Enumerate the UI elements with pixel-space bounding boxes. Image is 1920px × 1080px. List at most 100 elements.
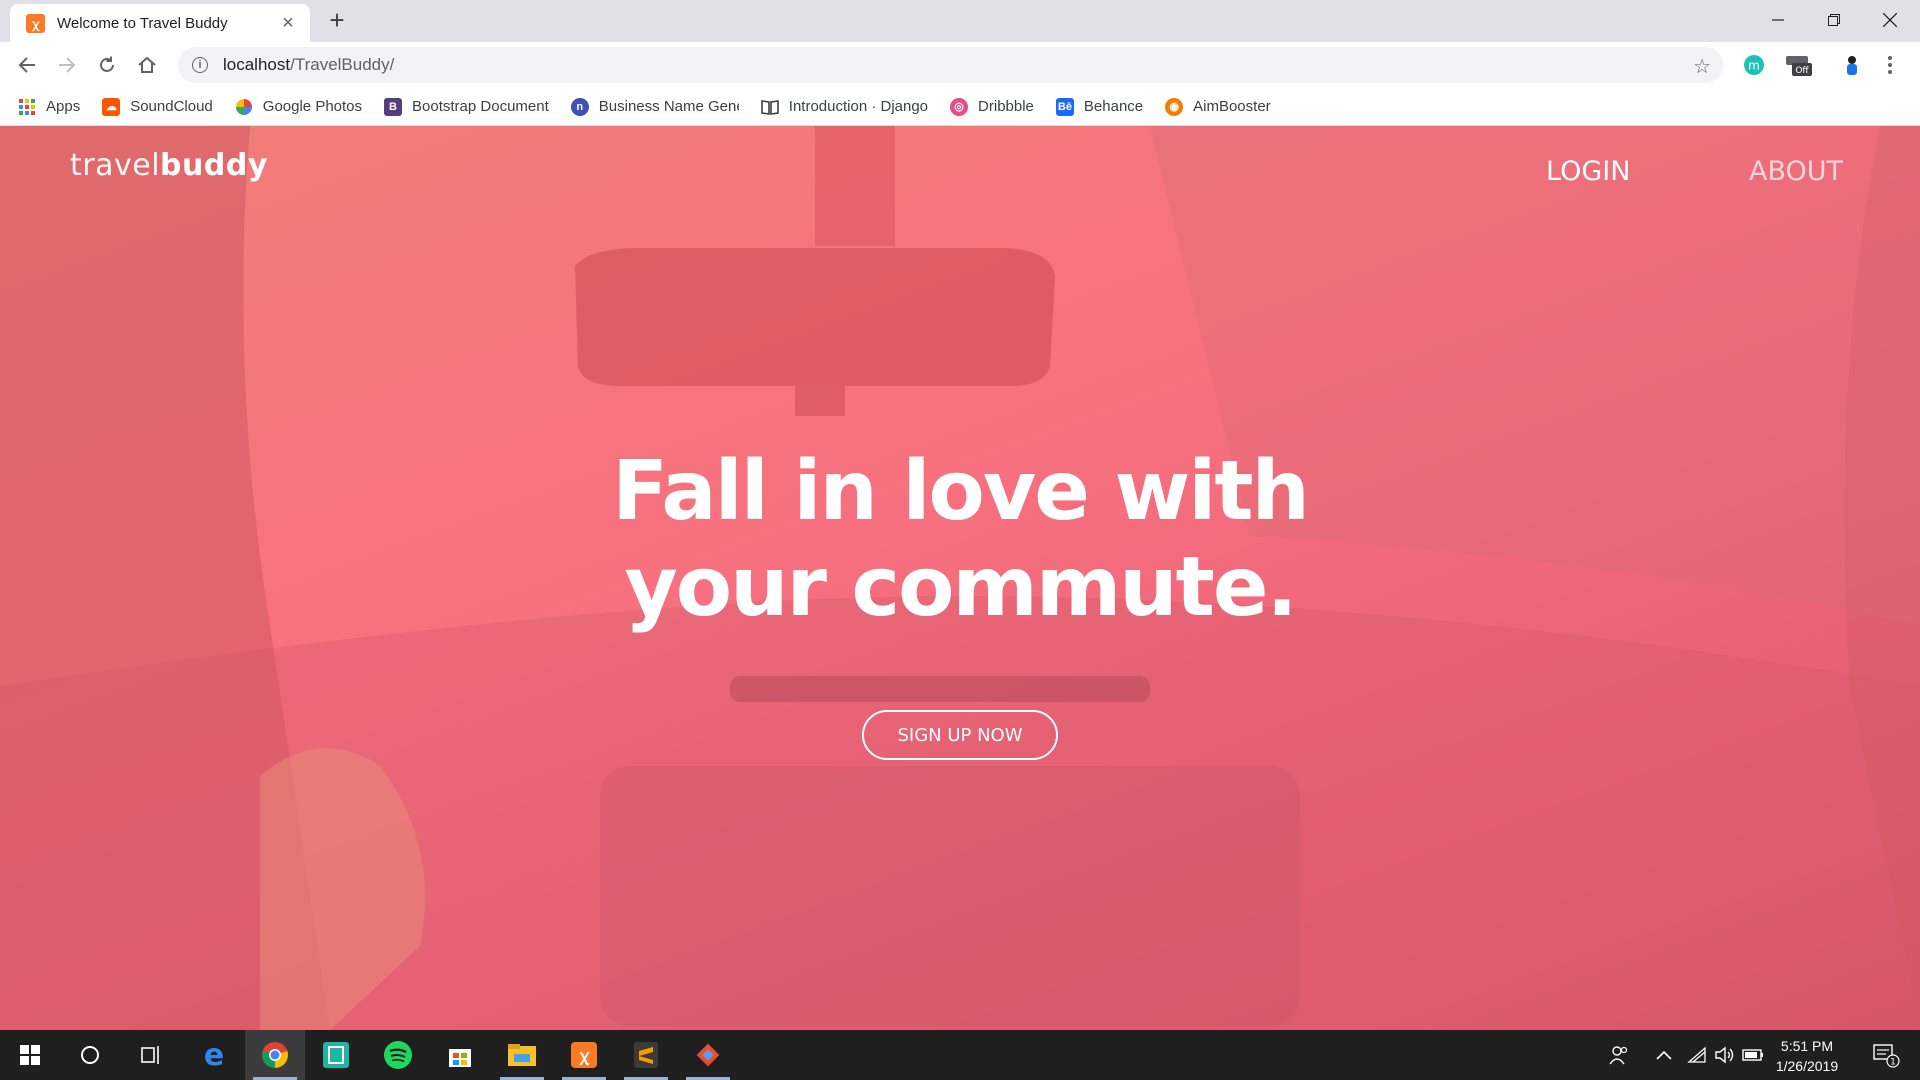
taskbar-edge[interactable]: e bbox=[184, 1030, 244, 1080]
bookmark-label: Google Photos bbox=[262, 98, 363, 115]
extension-toggle-icon[interactable]: Off bbox=[1784, 53, 1814, 77]
home-button[interactable] bbox=[132, 50, 162, 80]
git-icon bbox=[696, 1043, 720, 1067]
bookmark-apps[interactable]: Apps bbox=[18, 98, 80, 116]
new-tab-button[interactable]: + bbox=[322, 6, 352, 36]
bookmark-soundcloud[interactable]: ☁ SoundCloud bbox=[102, 97, 213, 116]
file-explorer-icon bbox=[508, 1044, 536, 1066]
profile-avatar[interactable] bbox=[1840, 53, 1864, 77]
hero-section: travelbuddy LOGIN ABOUT Fall in love wit… bbox=[0, 126, 1920, 1030]
bookmark-dribbble[interactable]: ◎ Dribbble bbox=[950, 97, 1034, 116]
back-arrow-icon bbox=[18, 57, 35, 73]
book-icon bbox=[760, 98, 779, 116]
reload-icon bbox=[100, 56, 114, 72]
bootstrap-icon: B bbox=[384, 97, 403, 116]
address-bar[interactable]: i localhost/TravelBuddy/ ☆ bbox=[178, 47, 1723, 83]
speaker-icon bbox=[1715, 1046, 1734, 1064]
browser-tab-strip: ꭓ Welcome to Travel Buddy × + bbox=[0, 0, 1920, 42]
back-button[interactable] bbox=[12, 50, 42, 80]
forward-button[interactable] bbox=[52, 50, 82, 80]
nav-about-link[interactable]: ABOUT bbox=[1749, 156, 1843, 187]
bookmark-django[interactable]: Introduction · Django bbox=[760, 98, 929, 116]
taskbar-store[interactable] bbox=[430, 1030, 490, 1080]
windows-taskbar: e ꭓ 5:51 PM 1/26/2019 1 bbox=[0, 1030, 1920, 1080]
action-center-button[interactable]: 1 bbox=[1862, 1030, 1910, 1080]
start-button[interactable] bbox=[0, 1030, 60, 1080]
url-path: /TravelBuddy/ bbox=[290, 55, 395, 74]
bookmark-label: Apps bbox=[46, 98, 81, 115]
tab-title: Welcome to Travel Buddy bbox=[57, 14, 228, 32]
cortana-button[interactable] bbox=[60, 1030, 120, 1080]
bookmark-star-icon[interactable]: ☆ bbox=[1693, 54, 1711, 79]
svg-text:ꭓ: ꭓ bbox=[579, 1046, 590, 1066]
bookmark-label: Bootstrap Document bbox=[412, 98, 549, 115]
network-button[interactable] bbox=[1684, 1030, 1710, 1080]
minimize-icon bbox=[1772, 19, 1784, 21]
bookmark-label: Dribbble bbox=[978, 98, 1034, 115]
restore-button[interactable] bbox=[1806, 0, 1862, 40]
volume-button[interactable] bbox=[1712, 1030, 1738, 1080]
chevron-up-icon bbox=[1656, 1050, 1672, 1060]
xampp-icon: ꭓ bbox=[571, 1042, 597, 1068]
taskbar-file-explorer[interactable] bbox=[492, 1030, 552, 1080]
svg-text:m: m bbox=[1748, 59, 1760, 73]
bookmark-business-name[interactable]: n Business Name Gene bbox=[570, 97, 739, 116]
sublime-icon bbox=[634, 1042, 658, 1068]
extension-badge: Off bbox=[1795, 66, 1809, 76]
logo-text-bold: buddy bbox=[160, 148, 268, 183]
sign-up-button[interactable]: SIGN UP NOW bbox=[862, 710, 1058, 760]
show-hidden-icons-button[interactable] bbox=[1652, 1030, 1676, 1080]
xampp-favicon-icon: ꭓ bbox=[26, 13, 45, 33]
task-view-button[interactable] bbox=[120, 1030, 180, 1080]
taskbar-vysor[interactable] bbox=[306, 1030, 366, 1080]
reload-button[interactable] bbox=[92, 50, 122, 80]
bookmark-aimbooster[interactable]: ◉ AimBooster bbox=[1165, 97, 1271, 116]
close-icon bbox=[1883, 13, 1897, 27]
taskbar-chrome[interactable] bbox=[245, 1030, 305, 1080]
browser-tab[interactable]: ꭓ Welcome to Travel Buddy × bbox=[10, 4, 310, 42]
logo-text-light: travel bbox=[70, 148, 161, 183]
windows-start-icon bbox=[20, 1045, 40, 1065]
notification-count: 1 bbox=[1890, 1058, 1896, 1068]
cortana-icon bbox=[81, 1046, 99, 1064]
minimize-button[interactable] bbox=[1750, 0, 1806, 40]
bookmark-label: Behance bbox=[1083, 98, 1144, 115]
bookmark-label: SoundCloud bbox=[130, 98, 213, 115]
home-icon bbox=[138, 56, 156, 73]
people-button[interactable] bbox=[1606, 1030, 1632, 1080]
bookmark-label: AimBooster bbox=[1193, 98, 1271, 115]
hero-headline: Fall in love with your commute. bbox=[460, 444, 1460, 636]
google-photos-icon bbox=[235, 98, 253, 116]
notification-icon: 1 bbox=[1873, 1044, 1900, 1068]
taskbar-sublime[interactable] bbox=[616, 1030, 676, 1080]
headline-line-2: your commute. bbox=[624, 540, 1297, 635]
extension-m-icon[interactable]: m bbox=[1742, 53, 1766, 77]
close-window-button[interactable] bbox=[1862, 0, 1918, 40]
site-info-icon[interactable]: i bbox=[192, 57, 208, 73]
chrome-menu-button[interactable] bbox=[1882, 53, 1898, 77]
aimbooster-icon: ◉ bbox=[1165, 97, 1184, 116]
bookmark-label: Business Name Gene bbox=[598, 98, 739, 115]
taskbar-xampp[interactable]: ꭓ bbox=[554, 1030, 614, 1080]
store-icon bbox=[449, 1049, 471, 1067]
url-text[interactable]: localhost/TravelBuddy/ bbox=[223, 55, 394, 75]
vysor-icon bbox=[323, 1042, 349, 1068]
taskbar-clock[interactable]: 5:51 PM 1/26/2019 bbox=[1762, 1036, 1852, 1076]
bookmark-label: Introduction · Django bbox=[788, 98, 929, 115]
site-logo[interactable]: travelbuddy bbox=[70, 148, 268, 183]
forward-arrow-icon bbox=[59, 57, 76, 73]
bookmark-behance[interactable]: Bē Behance bbox=[1055, 97, 1144, 116]
restore-icon bbox=[1828, 14, 1840, 26]
people-icon bbox=[1609, 1046, 1628, 1065]
taskbar-spotify[interactable] bbox=[368, 1030, 428, 1080]
battery-icon bbox=[1742, 1049, 1763, 1061]
bookmark-bootstrap[interactable]: B Bootstrap Document bbox=[384, 97, 549, 116]
tab-close-icon[interactable]: × bbox=[278, 12, 298, 35]
edge-icon: e bbox=[204, 1041, 224, 1069]
bookmark-google-photos[interactable]: Google Photos bbox=[235, 98, 362, 116]
apps-grid-icon bbox=[18, 98, 36, 116]
taskbar-git[interactable] bbox=[678, 1030, 738, 1080]
kebab-menu-icon bbox=[1888, 56, 1892, 74]
wifi-icon bbox=[1687, 1046, 1706, 1063]
nav-login-link[interactable]: LOGIN bbox=[1546, 156, 1630, 187]
